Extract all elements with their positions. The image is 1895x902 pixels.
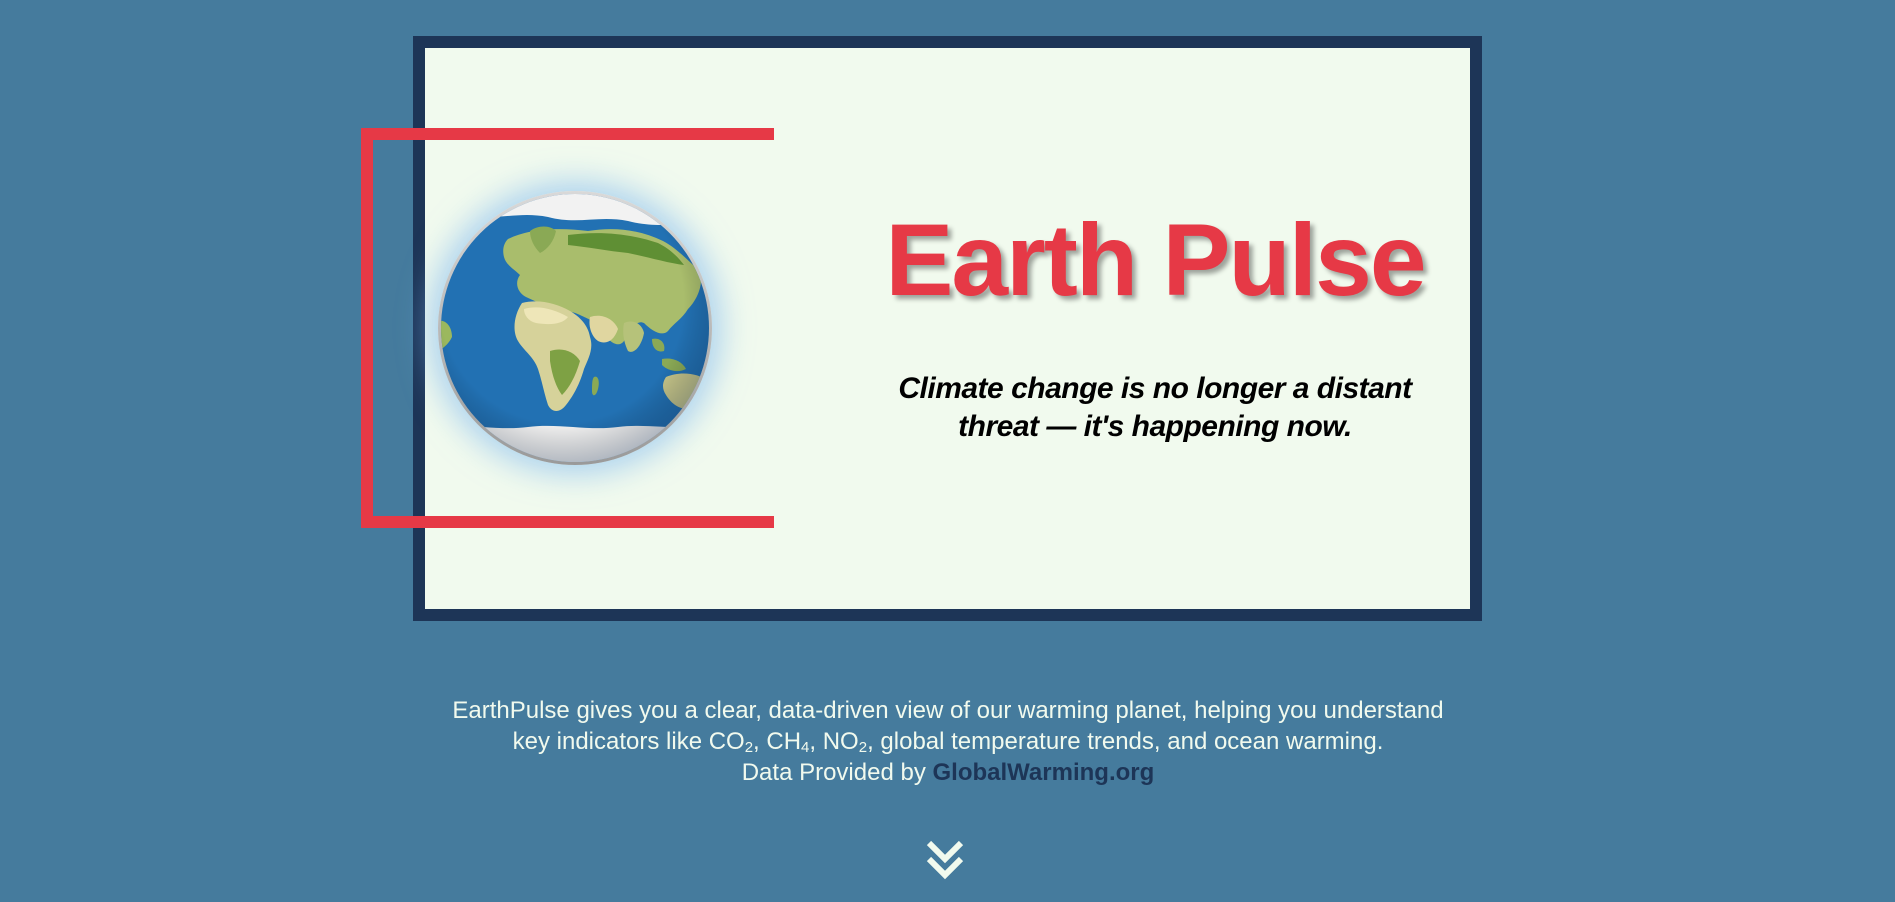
intro-sep-2: , NO [809,728,859,755]
credit-link[interactable]: GlobalWarming.org [933,759,1155,786]
intro-line-2-suffix: , global temperature trends, and ocean w… [867,728,1384,755]
intro-description: EarthPulse gives you a clear, data-drive… [398,695,1498,788]
double-chevron-down-icon[interactable] [923,837,967,883]
hero-tagline: Climate change is no longer a distant th… [898,372,1412,443]
intro-line-2-prefix: key indicators like CO [512,728,745,755]
credit-prefix: Data Provided by [741,759,933,786]
earth-globe-icon [438,191,712,465]
no2-subscript: 2 [858,739,868,756]
intro-sep-1: , CH [753,728,802,755]
co2-subscript: 2 [744,739,754,756]
page-title: Earth Pulse [885,203,1426,317]
intro-line-1: EarthPulse gives you a clear, data-drive… [452,697,1444,724]
